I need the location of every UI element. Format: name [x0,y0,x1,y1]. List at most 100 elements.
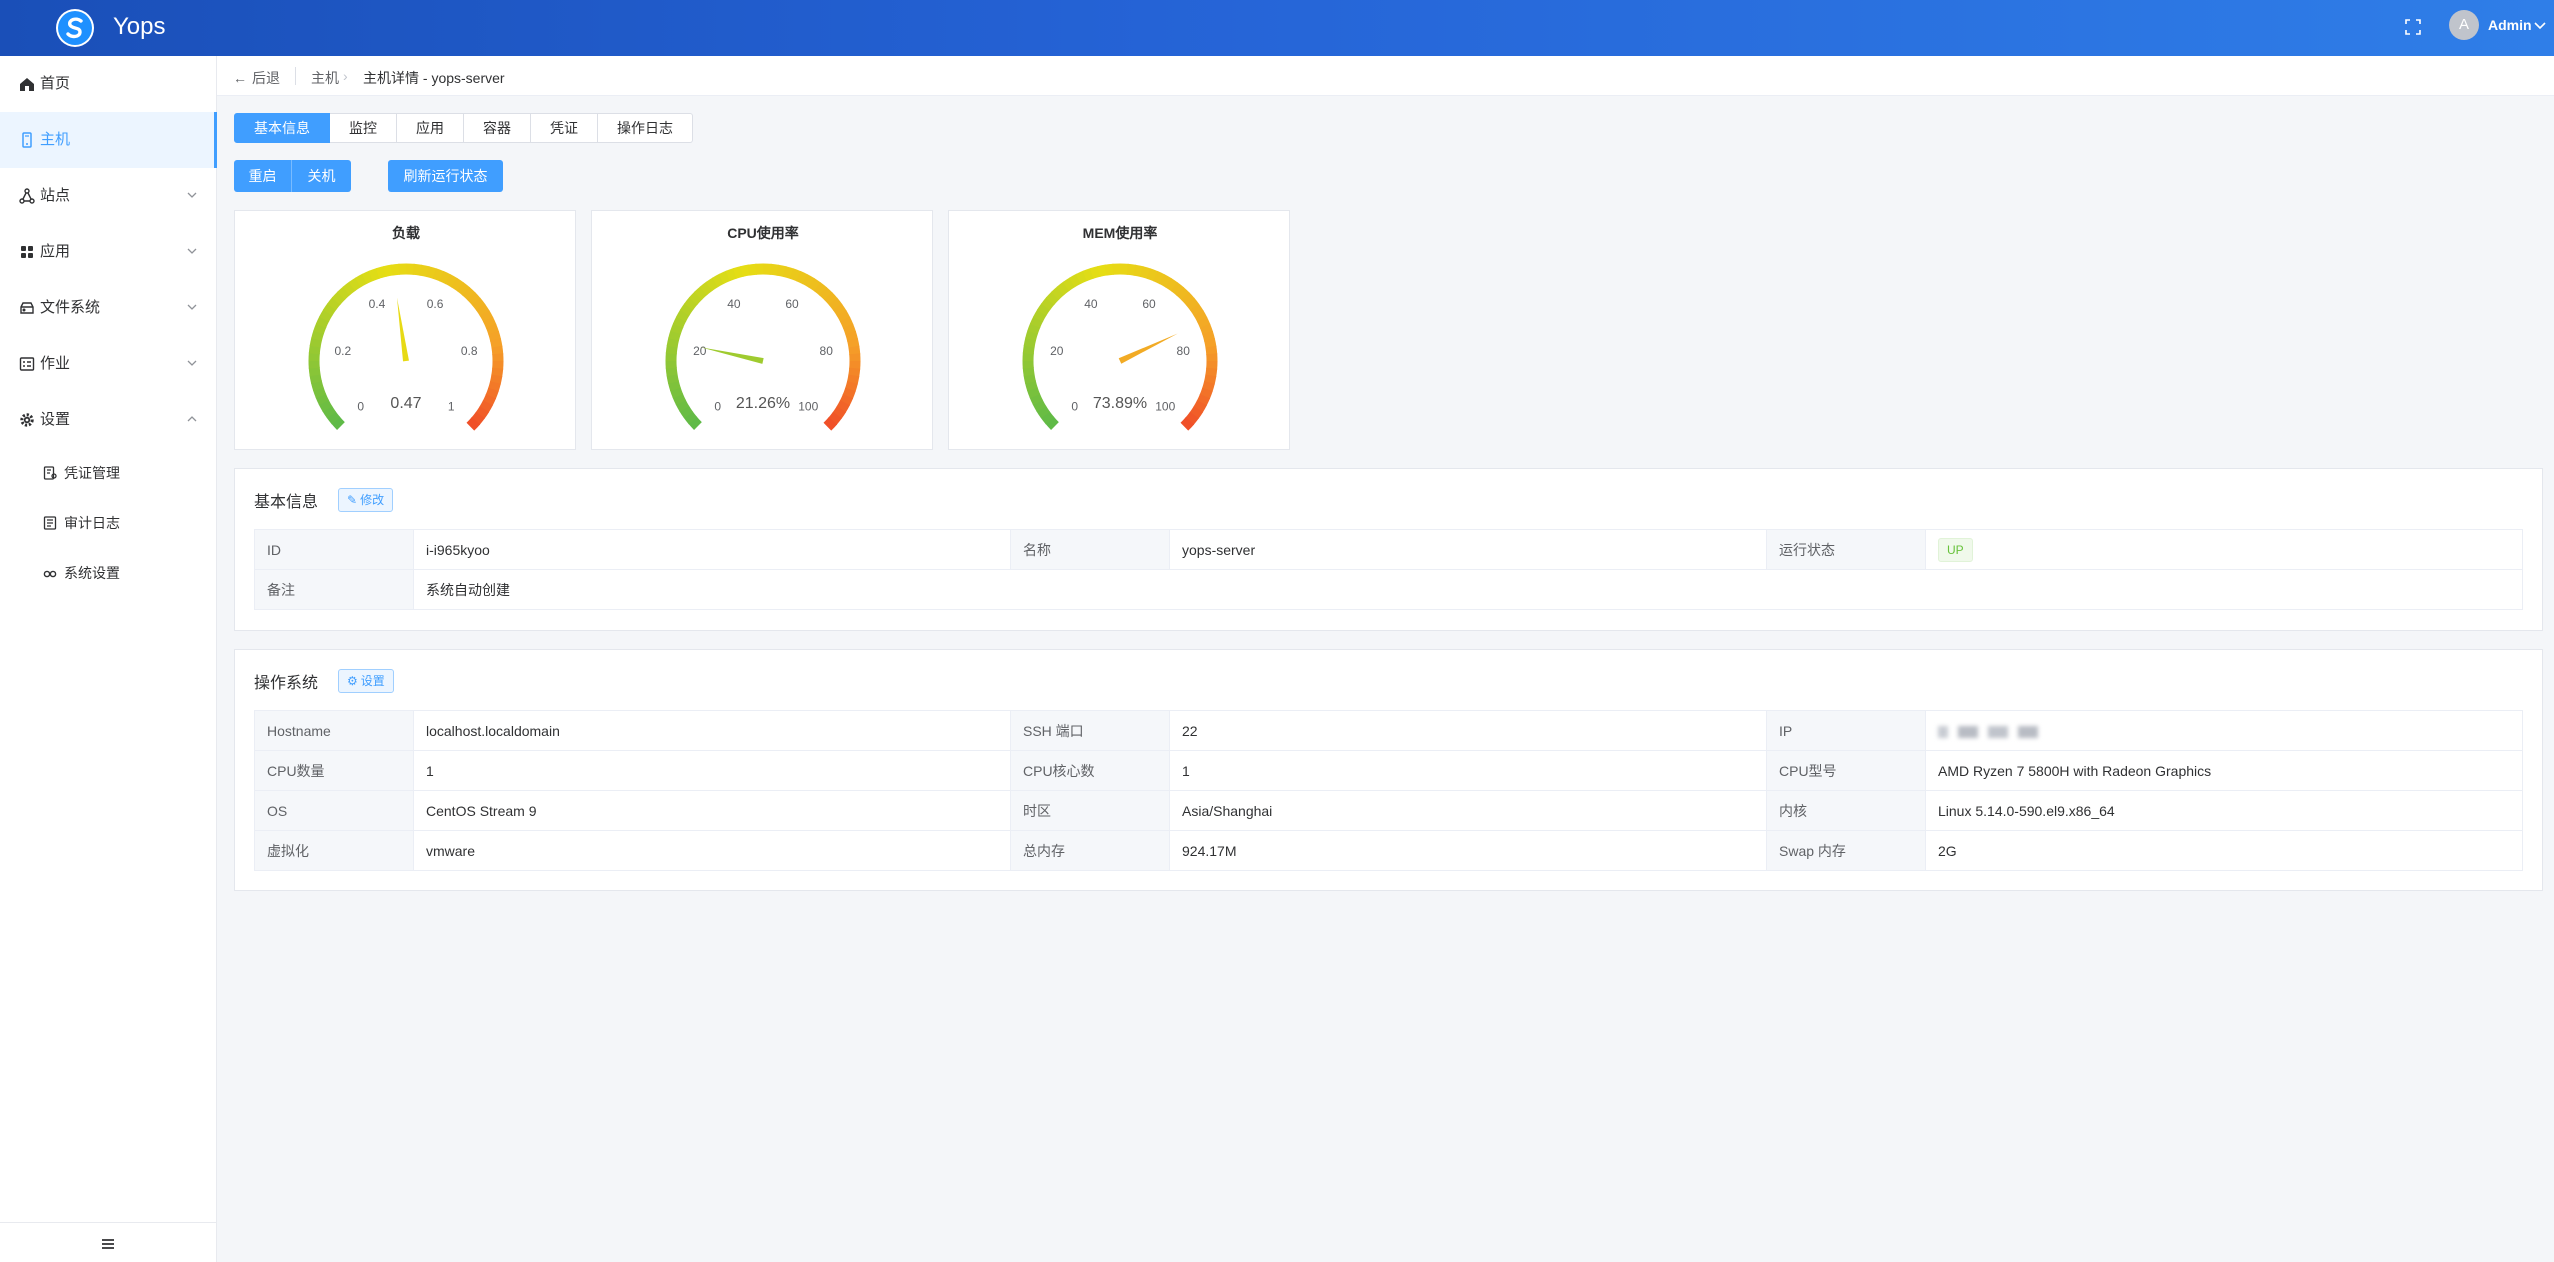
gauge-arc-segment [1165,277,1179,292]
tab-apps[interactable]: 应用 [397,113,464,143]
app-title[interactable]: Yops [113,12,166,42]
gauge-arc-segment [1189,406,1204,420]
link-icon [43,570,57,578]
breadcrumb-item-hosts[interactable]: 主机 [311,68,339,88]
breadcrumb-divider [295,67,296,85]
gauge-arc-segment [840,316,854,329]
sidebar-item-jobs[interactable]: 作业 [0,336,216,392]
gauge-arc-segment [483,316,497,329]
sidebar-item-label: 审计日志 [64,515,120,531]
gauge-arc-segment [1041,296,1055,311]
back-label: 后退 [252,70,280,86]
gauge-arc-segment [482,394,497,407]
gauge-arc-segment [1204,338,1217,349]
field-value: Linux 5.14.0-590.el9.x86_64 [1925,790,2523,831]
user-name[interactable]: Admin [2488,17,2532,33]
sidebar-item-audit-log[interactable]: 审计日志 [0,498,216,548]
fullscreen-icon[interactable] [2402,16,2424,38]
avatar[interactable]: A [2449,10,2479,40]
gauge-card-mem: MEM使用率 0 20 40 60 80 100 73.89% [948,210,1290,450]
gauge-arc-segment [813,282,828,296]
gauge-arc-segment [712,273,725,288]
field-label: Hostname [254,710,414,751]
back-button[interactable]: ← 后退 [233,68,280,88]
tab-basic-info[interactable]: 基本信息 [234,113,330,143]
breadcrumb: ← 后退 主机 › 主机详情 - yops-server [217,56,2554,96]
shutdown-button[interactable]: 关机 [292,160,351,192]
edit-button[interactable]: ✎ 修改 [338,488,394,512]
gauge-arc-segment [1170,282,1185,296]
sidebar-item-hosts[interactable]: 主机 [0,112,217,168]
sidebar-item-sites[interactable]: 站点 [0,168,216,224]
gauge-arc-segment [1023,337,1037,348]
sidebar-item-system-settings[interactable]: 系统设置 [0,548,216,598]
os-settings-button[interactable]: ⚙ 设置 [338,669,394,693]
restart-button[interactable]: 重启 [234,160,292,192]
settings-label: 设置 [360,674,385,688]
gauge-tick-label: 0 [357,399,364,413]
gauge-arc-segment [445,274,458,288]
gauge-arc-segment [479,400,493,413]
gauge-arc-segment [732,265,744,279]
gauge-arc-segment [319,309,333,322]
gear-icon [20,413,34,427]
sidebar-item-filesystem[interactable]: 文件系统 [0,280,216,336]
gauge-arc-segment [668,329,682,341]
gauge-title: MEM使用率 [1083,225,1158,241]
gauge-arc-segment [1199,387,1213,400]
gauge-arc-segment [462,286,476,301]
gauge-arc-segment [718,270,731,284]
gauge-arc-segment [1185,297,1200,311]
gauge-arc-segment [839,394,854,407]
gauge-arc-segment [490,338,503,349]
arrow-left-icon: ← [233,70,247,86]
gauge-arc-segment [699,281,713,296]
gauge-arc-segment [845,330,859,342]
tab-operation-log[interactable]: 操作日志 [598,113,693,143]
field-label: 总内存 [1010,830,1170,871]
sidebar-item-label: 系统设置 [64,565,120,581]
gauge-arc-segment [1199,323,1214,336]
os-info-table: Hostname localhost.localdomain SSH 端口 22… [254,710,2523,871]
tab-monitor[interactable]: 监控 [330,113,397,143]
gauge-arc-segment [475,303,490,317]
gauge-arc-segment [824,292,838,306]
log-icon [43,516,57,530]
field-label: OS [254,790,414,831]
gauge-arc-segment [783,266,795,280]
tab-containers[interactable]: 容器 [464,113,531,143]
table-row: OS CentOS Stream 9 时区 Asia/Shanghai 内核 L… [254,790,2523,831]
gauge-tick-label: 0 [714,399,721,413]
gauge-arc-segment [432,268,445,282]
gauge-arc-segment [1040,411,1055,425]
sidebar-item-settings[interactable]: 设置 [0,392,216,448]
field-value: 2G [1925,830,2523,871]
gauge-arc-segment [789,268,802,282]
panel-title: 基本信息 [254,494,319,511]
sidebar-item-credentials[interactable]: 凭证管理 [0,448,216,498]
gauge-arc-segment [1062,277,1076,292]
gauge-arc-segment [342,281,356,296]
field-value: vmware [413,830,1011,871]
server-icon [22,132,32,148]
gauge-arc-segment [776,264,787,278]
gauge-arc-segment [479,310,494,323]
gauge-arc-segment [348,277,362,292]
gauge-arc-segment [1197,316,1211,329]
sidebar-item-apps[interactable]: 应用 [0,224,216,280]
menu-collapse-icon[interactable] [100,1237,116,1251]
gauge-arc-segment [670,322,684,335]
field-label: 运行状态 [1766,529,1926,570]
chevron-down-icon[interactable] [2533,19,2547,31]
sidebar-item-home[interactable]: 首页 [0,56,216,112]
refresh-status-button[interactable]: 刷新运行状态 [388,160,503,192]
gauge-arc-segment [667,380,681,392]
tab-credentials[interactable]: 凭证 [531,113,598,143]
gauge-arc-segment [679,302,694,316]
gauge-arc-segment [308,344,321,355]
gauge-arc-segment [828,297,843,311]
gauge-arc-segment [676,309,690,322]
gauge-arc-segment [808,277,822,292]
logo-icon[interactable] [56,9,94,47]
gauge-card-load: 负载 0 0.2 0.4 0.6 0.8 1 0.47 [234,210,576,450]
